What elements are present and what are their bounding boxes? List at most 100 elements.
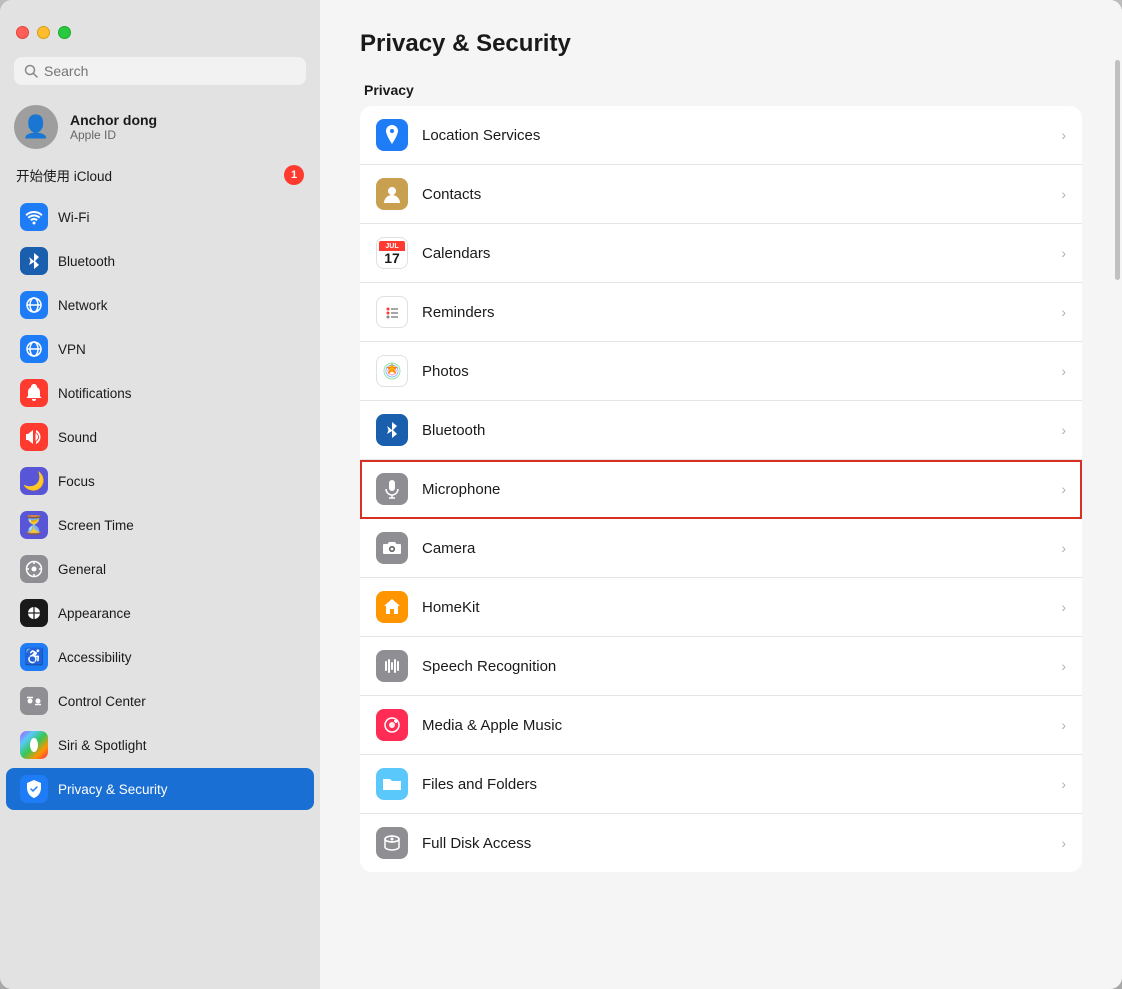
list-item-speech[interactable]: Speech Recognition › xyxy=(360,637,1082,696)
scrollbar-track[interactable] xyxy=(1114,0,1122,989)
photos-icon xyxy=(376,355,408,387)
user-subtitle: Apple ID xyxy=(70,128,157,142)
chevron-icon: › xyxy=(1061,363,1066,379)
chevron-icon: › xyxy=(1061,599,1066,615)
list-item-contacts[interactable]: Contacts › xyxy=(360,165,1082,224)
sidebar-item-general[interactable]: General xyxy=(6,548,314,590)
sidebar-item-wifi[interactable]: Wi-Fi xyxy=(6,196,314,238)
list-item-label: Speech Recognition xyxy=(422,658,1047,675)
sidebar-item-siri[interactable]: Siri & Spotlight xyxy=(6,724,314,766)
traffic-lights xyxy=(0,12,320,49)
chevron-icon: › xyxy=(1061,835,1066,851)
sidebar-item-focus[interactable]: 🌙 Focus xyxy=(6,460,314,502)
chevron-icon: › xyxy=(1061,304,1066,320)
sidebar-item-privacy[interactable]: Privacy & Security xyxy=(6,768,314,810)
chevron-icon: › xyxy=(1061,540,1066,556)
camera-icon xyxy=(376,532,408,564)
list-item-label: Files and Folders xyxy=(422,776,1047,793)
list-item-label: Camera xyxy=(422,540,1047,557)
main-content: 👤 Anchor dong Apple ID 开始使用 iCloud 1 xyxy=(0,0,1122,989)
files-icon xyxy=(376,768,408,800)
sidebar-item-label: Notifications xyxy=(58,386,132,401)
sidebar-item-label: Network xyxy=(58,298,108,313)
sidebar-item-vpn[interactable]: VPN xyxy=(6,328,314,370)
list-item-files[interactable]: Files and Folders › xyxy=(360,755,1082,814)
list-item-bluetooth[interactable]: Bluetooth › xyxy=(360,401,1082,460)
sidebar-item-label: Focus xyxy=(58,474,95,489)
list-item-label: Microphone xyxy=(422,481,1047,498)
list-item-calendars[interactable]: JUL 17 Calendars › xyxy=(360,224,1082,283)
bluetooth-icon xyxy=(20,247,48,275)
list-item-media[interactable]: Media & Apple Music › xyxy=(360,696,1082,755)
sidebar-item-label: Accessibility xyxy=(58,650,132,665)
section-header: Privacy xyxy=(360,82,1082,98)
list-item-label: Contacts xyxy=(422,186,1047,203)
bluetooth-list-icon xyxy=(376,414,408,446)
user-section[interactable]: 👤 Anchor dong Apple ID xyxy=(0,99,320,159)
privacy-icon xyxy=(20,775,48,803)
list-item-label: Bluetooth xyxy=(422,422,1047,439)
sidebar-item-sound[interactable]: Sound xyxy=(6,416,314,458)
sidebar-item-accessibility[interactable]: ♿ Accessibility xyxy=(6,636,314,678)
appearance-icon xyxy=(20,599,48,627)
sidebar-item-label: Screen Time xyxy=(58,518,134,533)
search-icon xyxy=(24,64,38,78)
main-panel: Privacy & Security Privacy Location Serv… xyxy=(320,0,1122,989)
speech-icon xyxy=(376,650,408,682)
scrollbar-thumb[interactable] xyxy=(1115,60,1120,280)
sidebar-item-label: Appearance xyxy=(58,606,131,621)
minimize-button[interactable] xyxy=(37,26,50,39)
chevron-icon: › xyxy=(1061,422,1066,438)
sidebar-item-appearance[interactable]: Appearance xyxy=(6,592,314,634)
vpn-icon xyxy=(20,335,48,363)
sidebar-item-label: Control Center xyxy=(58,694,146,709)
fulldisk-icon xyxy=(376,827,408,859)
sidebar-item-label: VPN xyxy=(58,342,86,357)
media-icon xyxy=(376,709,408,741)
calendars-icon: JUL 17 xyxy=(376,237,408,269)
sidebar-item-label: General xyxy=(58,562,106,577)
sidebar-item-bluetooth[interactable]: Bluetooth xyxy=(6,240,314,282)
list-item-camera[interactable]: Camera › xyxy=(360,519,1082,578)
chevron-icon: › xyxy=(1061,658,1066,674)
accessibility-icon: ♿ xyxy=(20,643,48,671)
homekit-icon xyxy=(376,591,408,623)
list-item-photos[interactable]: Photos › xyxy=(360,342,1082,401)
list-item-microphone[interactable]: Microphone › xyxy=(360,460,1082,519)
wifi-icon xyxy=(20,203,48,231)
icloud-row[interactable]: 开始使用 iCloud 1 xyxy=(0,159,320,191)
focus-icon: 🌙 xyxy=(20,467,48,495)
sidebar-item-notifications[interactable]: Notifications xyxy=(6,372,314,414)
privacy-list: Location Services › Contacts › xyxy=(360,106,1082,872)
list-item-fulldisk[interactable]: Full Disk Access › xyxy=(360,814,1082,872)
list-item-label: Location Services xyxy=(422,127,1047,144)
screentime-icon: ⏳ xyxy=(20,511,48,539)
microphone-icon xyxy=(376,473,408,505)
icloud-label: 开始使用 iCloud xyxy=(16,165,112,185)
sidebar-item-label: Bluetooth xyxy=(58,254,115,269)
contacts-icon xyxy=(376,178,408,210)
list-item-location[interactable]: Location Services › xyxy=(360,106,1082,165)
sidebar-item-label: Wi-Fi xyxy=(58,210,89,225)
sidebar-item-screentime[interactable]: ⏳ Screen Time xyxy=(6,504,314,546)
list-item-label: Full Disk Access xyxy=(422,835,1047,852)
sidebar-item-controlcenter[interactable]: Control Center xyxy=(6,680,314,722)
search-input[interactable] xyxy=(44,63,296,79)
chevron-icon: › xyxy=(1061,186,1066,202)
search-box[interactable] xyxy=(14,57,306,85)
network-icon xyxy=(20,291,48,319)
general-icon xyxy=(20,555,48,583)
sidebar: 👤 Anchor dong Apple ID 开始使用 iCloud 1 xyxy=(0,0,320,989)
chevron-icon: › xyxy=(1061,717,1066,733)
list-item-label: Reminders xyxy=(422,304,1047,321)
maximize-button[interactable] xyxy=(58,26,71,39)
controlcenter-icon xyxy=(20,687,48,715)
list-item-reminders[interactable]: Reminders › xyxy=(360,283,1082,342)
siri-icon xyxy=(20,731,48,759)
sidebar-item-label: Sound xyxy=(58,430,97,445)
sidebar-item-network[interactable]: Network xyxy=(6,284,314,326)
list-item-label: Photos xyxy=(422,363,1047,380)
user-name: Anchor dong xyxy=(70,112,157,128)
list-item-homekit[interactable]: HomeKit › xyxy=(360,578,1082,637)
close-button[interactable] xyxy=(16,26,29,39)
